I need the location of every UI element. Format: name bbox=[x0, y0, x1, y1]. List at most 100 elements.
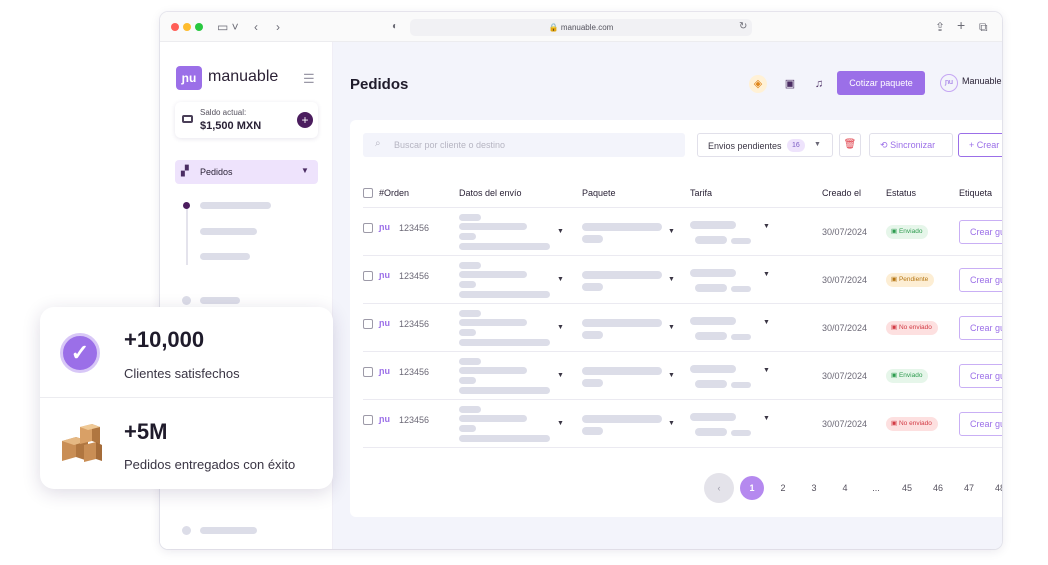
expand-shipping-icon[interactable]: ▼ bbox=[557, 324, 564, 331]
expand-shipping-icon[interactable]: ▼ bbox=[557, 372, 564, 379]
sidebar-item[interactable] bbox=[200, 527, 257, 534]
column-header-label[interactable]: Etiqueta bbox=[959, 188, 992, 198]
delete-button[interactable]: 🗑 bbox=[839, 133, 861, 157]
user-avatar[interactable]: ɲu bbox=[940, 74, 958, 92]
expand-package-icon[interactable]: ▼ bbox=[668, 228, 675, 235]
sidebar-item[interactable] bbox=[200, 297, 240, 304]
search-placeholder: Buscar por cliente o destino bbox=[394, 140, 506, 150]
share-icon[interactable]: ⇪ bbox=[935, 20, 945, 34]
row-checkbox[interactable] bbox=[363, 223, 373, 233]
expand-rate-icon[interactable]: ▼ bbox=[763, 415, 770, 422]
status-text: Enviado bbox=[898, 228, 923, 235]
row-checkbox[interactable] bbox=[363, 415, 373, 425]
new-tab-icon[interactable]: + bbox=[957, 18, 965, 32]
placeholder-bar bbox=[690, 317, 736, 325]
expand-package-icon[interactable]: ▼ bbox=[668, 420, 675, 427]
create-label-button[interactable]: Crear guía bbox=[959, 220, 1002, 244]
column-header-order[interactable]: #Orden bbox=[379, 188, 409, 198]
store-logo-icon: ɲu bbox=[379, 366, 390, 376]
expand-rate-icon[interactable]: ▼ bbox=[763, 319, 770, 326]
minimize-window-icon[interactable] bbox=[183, 23, 191, 31]
row-divider bbox=[363, 351, 1002, 352]
bell-icon[interactable]: ♫ bbox=[810, 75, 828, 93]
sync-button[interactable]: ⟲ Sincronizar bbox=[869, 133, 953, 157]
close-window-icon[interactable] bbox=[171, 23, 179, 31]
back-icon[interactable]: ‹ bbox=[254, 20, 258, 34]
placeholder-bar bbox=[582, 379, 603, 387]
expand-package-icon[interactable]: ▼ bbox=[668, 324, 675, 331]
add-balance-button[interactable]: + bbox=[297, 112, 313, 128]
submenu-item[interactable] bbox=[200, 228, 257, 235]
column-header-created[interactable]: Creado el bbox=[822, 188, 861, 198]
ticket-icon[interactable]: ◈ bbox=[749, 75, 767, 93]
brand-name: manuable bbox=[208, 68, 279, 85]
create-label-button[interactable]: Crear guía bbox=[959, 412, 1002, 436]
address-bar[interactable]: 🔒 manuable.com bbox=[410, 19, 752, 36]
status-text: Enviado bbox=[898, 372, 923, 379]
placeholder-bar bbox=[731, 286, 751, 292]
sidebar-item-pedidos[interactable]: ▞ Pedidos ▼ bbox=[175, 160, 318, 184]
page-45-button[interactable]: 45 bbox=[895, 476, 919, 500]
search-input[interactable]: ⌕ Buscar por cliente o destino bbox=[363, 133, 685, 157]
column-header-package[interactable]: Paquete bbox=[582, 188, 616, 198]
create-label-button[interactable]: Crear guía bbox=[959, 268, 1002, 292]
credit-card-icon bbox=[182, 115, 193, 123]
create-button[interactable]: + Crear bbox=[958, 133, 1002, 157]
column-header-rate[interactable]: Tarifa bbox=[690, 188, 712, 198]
page-4-button[interactable]: 4 bbox=[833, 476, 857, 500]
expand-rate-icon[interactable]: ▼ bbox=[763, 223, 770, 230]
submenu-item[interactable] bbox=[200, 253, 250, 260]
store-logo-icon: ɲu bbox=[379, 414, 390, 424]
submenu-item[interactable] bbox=[200, 202, 271, 209]
placeholder-bar bbox=[582, 367, 662, 375]
cotizar-paquete-button[interactable]: Cotizar paquete bbox=[837, 71, 925, 95]
column-header-status[interactable]: Estatus bbox=[886, 188, 916, 198]
row-checkbox[interactable] bbox=[363, 319, 373, 329]
select-all-checkbox[interactable] bbox=[363, 188, 373, 198]
gift-icon[interactable]: ▣ bbox=[781, 75, 799, 93]
sync-label: Sincronizar bbox=[890, 140, 936, 150]
expand-rate-icon[interactable]: ▼ bbox=[763, 271, 770, 278]
expand-shipping-icon[interactable]: ▼ bbox=[557, 420, 564, 427]
browser-titlebar: ▭ ˅ ‹ › ◐ 🔒 manuable.com ↻ ⇪ + ⧉ bbox=[160, 12, 1002, 42]
placeholder-bar bbox=[690, 269, 736, 277]
expand-package-icon[interactable]: ▼ bbox=[668, 372, 675, 379]
page-46-button[interactable]: 46 bbox=[926, 476, 950, 500]
reload-icon[interactable]: ↻ bbox=[739, 20, 747, 34]
orders-card: ⌕ Buscar por cliente o destino Envios pe… bbox=[350, 120, 1002, 517]
page-48-button[interactable]: 48 bbox=[988, 476, 1002, 500]
page-47-button[interactable]: 47 bbox=[957, 476, 981, 500]
previous-page-button[interactable]: ‹ bbox=[704, 473, 734, 503]
sidebar-toggle-icon[interactable]: ▭ ˅ bbox=[217, 20, 239, 34]
status-icon: ▣ bbox=[891, 228, 898, 235]
boxes-icon bbox=[62, 424, 102, 462]
order-id: 123456 bbox=[399, 271, 430, 281]
placeholder-bar bbox=[459, 415, 527, 422]
check-circle-icon: ✓ bbox=[60, 333, 100, 373]
row-checkbox[interactable] bbox=[363, 367, 373, 377]
placeholder-bar bbox=[459, 425, 476, 432]
forward-icon[interactable]: › bbox=[276, 20, 280, 34]
maximize-window-icon[interactable] bbox=[195, 23, 203, 31]
menu-icon[interactable]: ☰ bbox=[303, 71, 315, 87]
placeholder-bar bbox=[459, 319, 527, 326]
page-2-button[interactable]: 2 bbox=[771, 476, 795, 500]
created-date: 30/07/2024 bbox=[822, 323, 868, 333]
chevron-down-icon: ▼ bbox=[814, 141, 821, 148]
create-label-button[interactable]: Crear guía bbox=[959, 364, 1002, 388]
create-label-button[interactable]: Crear guía bbox=[959, 316, 1002, 340]
row-checkbox[interactable] bbox=[363, 271, 373, 281]
nav-item-icon bbox=[182, 296, 191, 305]
expand-rate-icon[interactable]: ▼ bbox=[763, 367, 770, 374]
user-name[interactable]: Manuable bbox=[962, 76, 1002, 86]
tabs-overview-icon[interactable]: ⧉ bbox=[979, 20, 988, 34]
placeholder-bar bbox=[459, 387, 550, 394]
page-3-button[interactable]: 3 bbox=[802, 476, 826, 500]
expand-shipping-icon[interactable]: ▼ bbox=[557, 276, 564, 283]
page-1-button[interactable]: 1 bbox=[740, 476, 764, 500]
column-header-shipping-data[interactable]: Datos del envío bbox=[459, 188, 522, 198]
expand-shipping-icon[interactable]: ▼ bbox=[557, 228, 564, 235]
expand-package-icon[interactable]: ▼ bbox=[668, 276, 675, 283]
pending-filter-dropdown[interactable]: Envios pendientes 16 ▼ bbox=[697, 133, 833, 157]
placeholder-bar bbox=[582, 235, 603, 243]
